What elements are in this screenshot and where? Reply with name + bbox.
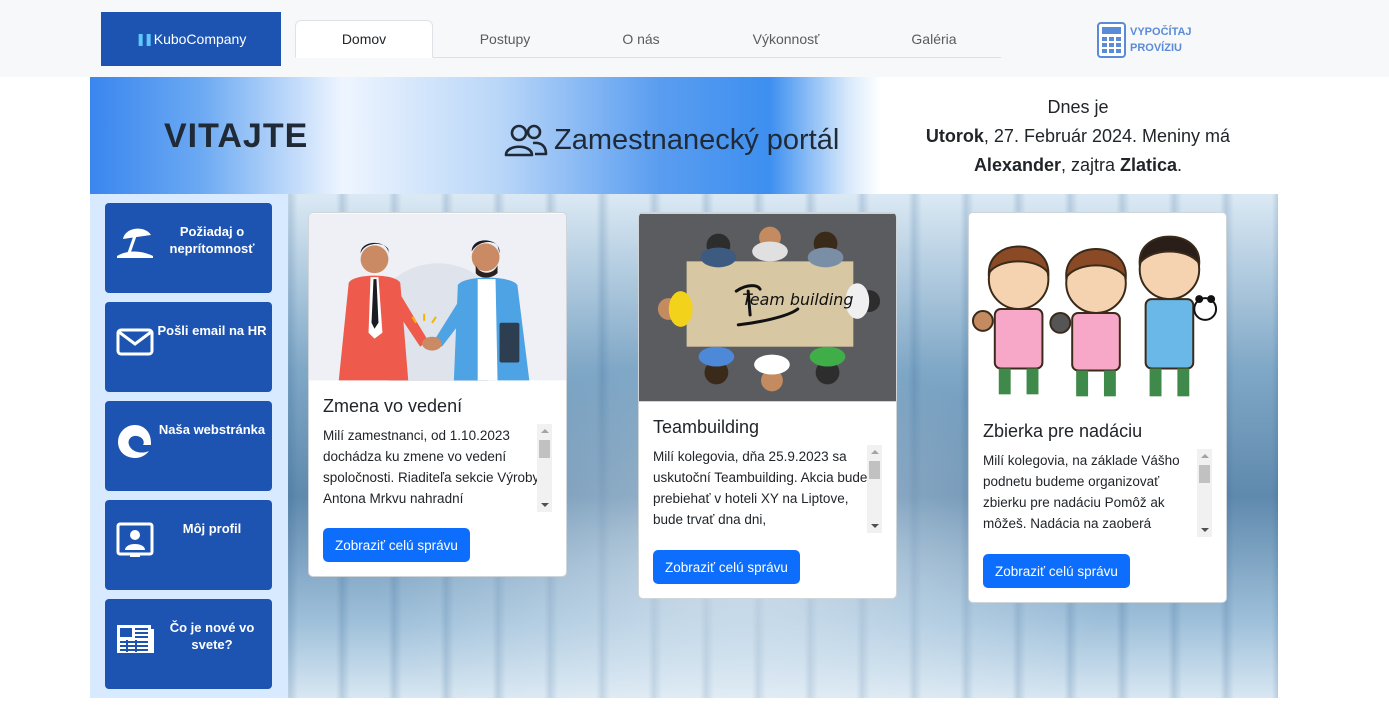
my-profile-label: Môj profil (182, 521, 242, 536)
tab-o-nas[interactable]: O nás (577, 20, 705, 58)
users-icon (504, 124, 548, 157)
scroll-down-arrow-icon[interactable] (1201, 528, 1209, 532)
tab-postupy[interactable]: Postupy (433, 20, 577, 58)
beach-umbrella-icon (117, 228, 153, 258)
top-navigation: ❚❚ KuboCompany Domov Postupy O nás Výkon… (0, 0, 1389, 77)
tomorrow-label: , zajtra (1060, 155, 1121, 175)
nameday-line: Alexander, zajtra Zlatica. (918, 151, 1238, 180)
website-label: Naša webstránka (158, 422, 266, 437)
hero-banner: VITAJTE Zamestnanecký portál Dnes je Uto… (90, 77, 1278, 194)
scroll-up-arrow-icon[interactable] (541, 429, 549, 433)
portal-title-block: Zamestnanecký portál (504, 123, 839, 157)
calculator-label: VYPOČÍTAJ PROVÍZIU (1130, 24, 1200, 56)
show-full-message-button[interactable]: Zobraziť celú správu (323, 528, 470, 562)
calculator-label-line2: PROVÍZIU (1130, 42, 1182, 54)
date-end-dot: . (1177, 155, 1183, 175)
commission-calculator-link[interactable]: VYPOČÍTAJ PROVÍZIU (1097, 22, 1200, 58)
card-text-scrollbar[interactable] (867, 445, 882, 533)
scroll-down-arrow-icon[interactable] (541, 503, 549, 507)
scroll-thumb[interactable] (1199, 465, 1210, 483)
card-text: Milí kolegovia, na základe Vášho podnetu… (983, 453, 1180, 531)
scroll-up-arrow-icon[interactable] (1201, 454, 1209, 458)
news-card-teambuilding: Team building Teambuilding Milí kolegovi… (638, 212, 897, 599)
card-title: Zbierka pre nadáciu (983, 421, 1143, 441)
date-text: , 27. Február 2024. Meniny má (983, 126, 1231, 146)
calculator-icon (1097, 22, 1126, 58)
scroll-thumb[interactable] (539, 440, 550, 458)
nameday-today: Alexander (973, 155, 1061, 175)
card-title: Zmena vo vedení (323, 396, 463, 416)
card-text-scrollbar[interactable] (1197, 449, 1212, 537)
edge-browser-icon (118, 425, 151, 458)
card-text-scrollbar[interactable] (537, 424, 552, 512)
day-of-week: Utorok (925, 126, 984, 146)
teambuilding-photo-text: Team building (742, 290, 853, 309)
card-text: Milí zamestnanci, od 1.10.2023 dochádza … (323, 428, 540, 506)
calculator-label-line1: VYPOČÍTAJ (1130, 26, 1192, 38)
email-hr-button[interactable]: Pošli email na HR (105, 302, 272, 392)
newspaper-icon (117, 625, 154, 653)
absence-request-label: Požiadaj o neprítomnosť (169, 224, 255, 256)
logo-mark-icon: ❚❚ (135, 32, 154, 46)
envelope-icon (116, 328, 154, 356)
profile-icon (116, 522, 154, 557)
tab-vykonnost[interactable]: Výkonnosť (705, 20, 867, 58)
today-label: Dnes je (1047, 97, 1109, 117)
scroll-thumb[interactable] (869, 461, 880, 479)
show-full-message-button[interactable]: Zobraziť celú správu (983, 554, 1130, 588)
nameday-tomorrow: Zlatica (1120, 155, 1178, 175)
email-hr-label: Pošli email na HR (157, 323, 267, 338)
world-news-button[interactable]: Čo je nové vo svete? (105, 599, 272, 689)
world-news-label: Čo je nové vo svete? (169, 620, 255, 652)
tab-domov[interactable]: Domov (295, 20, 433, 58)
portal-title: Zamestnanecký portál (554, 123, 840, 156)
main-tabs: Domov Postupy O nás Výkonnosť Galéria (295, 20, 1001, 58)
show-full-message-button[interactable]: Zobraziť celú správu (653, 550, 800, 584)
date-line: Utorok, 27. Február 2024. Meniny má (918, 122, 1238, 151)
main-content: Požiadaj o neprítomnosť Pošli email na H… (90, 194, 1278, 698)
scroll-down-arrow-icon[interactable] (871, 524, 879, 528)
welcome-heading: VITAJTE (164, 117, 309, 155)
tab-galeria[interactable]: Galéria (867, 20, 1001, 58)
card-text: Milí kolegovia, dňa 25.9.2023 sa uskutoč… (653, 449, 868, 527)
absence-request-button[interactable]: Požiadaj o neprítomnosť (105, 203, 272, 293)
date-nameday-info: Dnes je Utorok, 27. Február 2024. Meniny… (918, 93, 1238, 180)
company-logo[interactable]: ❚❚ KuboCompany (101, 12, 281, 66)
teambuilding-photo: Team building (639, 213, 896, 402)
news-card-leadership: Zmena vo vedení Milí zamestnanci, od 1.1… (308, 212, 567, 577)
quick-actions-sidebar: Požiadaj o neprítomnosť Pošli email na H… (90, 194, 288, 698)
card-title: Teambuilding (653, 417, 760, 437)
my-profile-button[interactable]: Môj profil (105, 500, 272, 590)
scroll-up-arrow-icon[interactable] (871, 450, 879, 454)
handshake-illustration (309, 213, 566, 381)
children-puppets-illustration (969, 213, 1226, 406)
logo-text: KuboCompany (153, 31, 247, 47)
website-button[interactable]: Naša webstránka (105, 401, 272, 491)
news-card-charity: Zbierka pre nadáciu Milí kolegovia, na z… (968, 212, 1227, 603)
